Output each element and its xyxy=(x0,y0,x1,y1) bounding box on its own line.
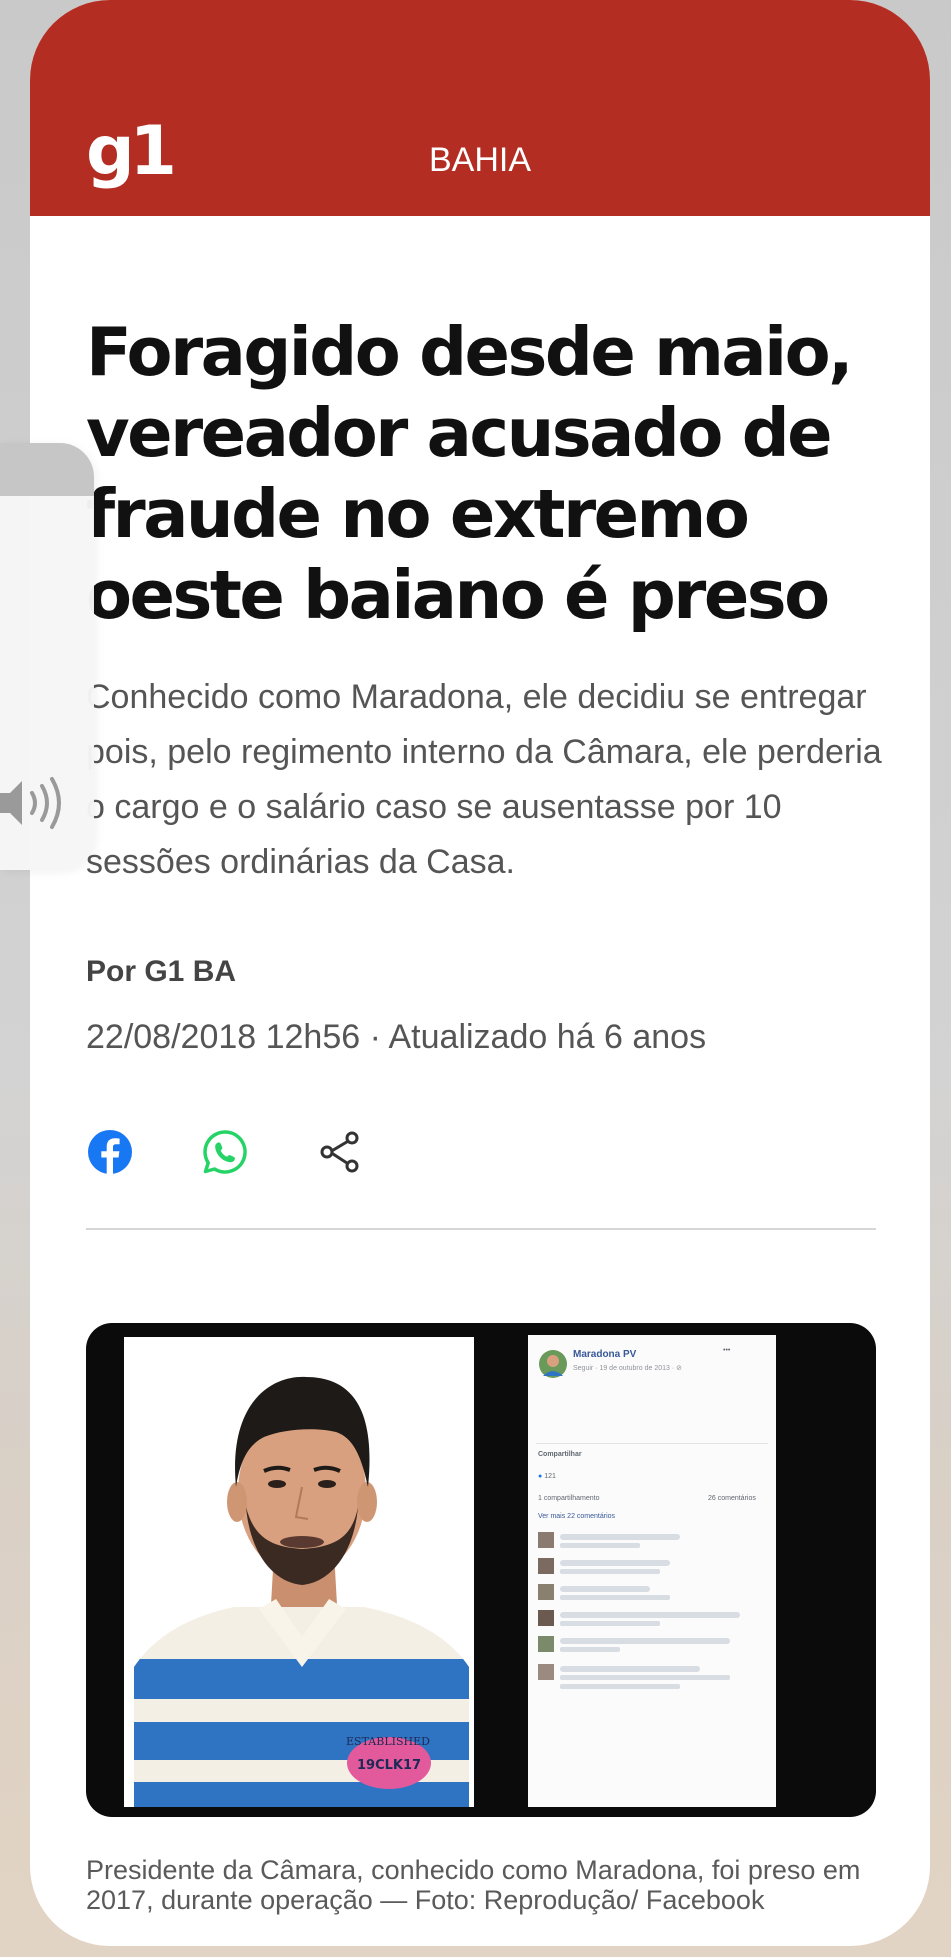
fb-post-meta: Seguir · 19 de outubro de 2013 · ⊘ xyxy=(573,1365,682,1372)
fb-author-name: Maradona PV xyxy=(573,1349,637,1360)
article-headline: Foragido desde maio, vereador acusado de… xyxy=(86,313,854,634)
avatar xyxy=(539,1350,567,1378)
audio-tab-handle[interactable] xyxy=(0,443,94,496)
fb-likes: ● 121 xyxy=(538,1473,556,1480)
facebook-share-button[interactable] xyxy=(86,1128,134,1176)
whatsapp-icon xyxy=(203,1130,247,1174)
article-card: g1 BAHIA Foragido desde maio, vereador a… xyxy=(30,0,930,1946)
photo-caption: Presidente da Câmara, conhecido como Mar… xyxy=(86,1855,861,1915)
listen-button[interactable] xyxy=(0,773,70,833)
blurred-comments xyxy=(538,1532,740,1689)
share-icon xyxy=(320,1131,359,1173)
article-byline: Por G1 BA xyxy=(86,955,237,988)
fb-comments-count: 26 comentários xyxy=(708,1495,756,1502)
shirt-badge-text: 19CLK17 xyxy=(357,1758,421,1773)
fb-shares: 1 compartilhamento xyxy=(538,1495,600,1502)
article-subtitle: Conhecido como Maradona, ele decidiu se … xyxy=(86,678,882,881)
share-button[interactable] xyxy=(316,1128,364,1176)
portrait-photo: 19CLK17 ESTABLISHED xyxy=(124,1337,474,1807)
divider xyxy=(86,1228,876,1230)
whatsapp-share-button[interactable] xyxy=(201,1128,249,1176)
like-icon: ● xyxy=(538,1473,543,1480)
article-dateline: 22/08/2018 12h56 · Atualizado há 6 anos xyxy=(86,1018,707,1056)
speaker-icon xyxy=(0,777,61,829)
fb-divider xyxy=(536,1443,768,1444)
facebook-post-screenshot: Maradona PV Seguir · 19 de outubro de 20… xyxy=(528,1335,776,1807)
fb-share-label: Compartilhar xyxy=(538,1451,582,1458)
facebook-icon xyxy=(88,1130,132,1174)
fb-more-comments: Ver mais 22 comentários xyxy=(538,1513,616,1520)
article-photo[interactable]: 19CLK17 ESTABLISHED Maradona PV Seguir ·… xyxy=(86,1323,876,1817)
section-title[interactable]: BAHIA xyxy=(30,140,930,180)
site-header: g1 BAHIA xyxy=(30,0,930,216)
man-portrait-illustration: 19CLK17 ESTABLISHED xyxy=(124,1337,474,1807)
fb-likes-count: 121 xyxy=(544,1473,556,1480)
more-icon: ••• xyxy=(723,1347,731,1354)
shirt-text: ESTABLISHED xyxy=(346,1735,430,1748)
audio-player-tab[interactable] xyxy=(0,443,94,870)
